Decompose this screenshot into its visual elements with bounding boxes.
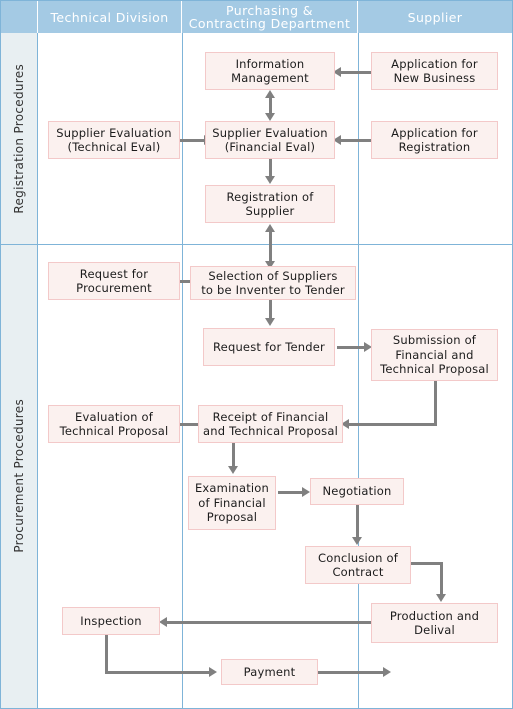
connector-selection-to-registration (268, 231, 272, 265)
connector-financial-eval-to-registration (268, 159, 272, 177)
node-label-line: Production and (389, 608, 480, 623)
node-label-line: (Financial Eval) (224, 140, 316, 154)
arrowhead-registration-of-supplier (264, 176, 275, 184)
arrowhead-payment (209, 667, 217, 677)
arrowhead-up-info-mgmt (264, 90, 275, 98)
header-supplier-label: Supplier (407, 9, 463, 25)
connector-payment-outgoing (318, 670, 386, 674)
node-label-line: (Technical Eval) (67, 140, 161, 154)
node-label-line: Registration (398, 140, 471, 154)
arrowhead-production-and-delival (435, 594, 446, 602)
node-label-line: Proposal (206, 510, 258, 525)
node-label-line: and Technical Proposal (203, 424, 338, 438)
connector-submission-down (434, 381, 437, 426)
phase-rail-registration: Registration Procedures (1, 33, 38, 244)
header-purchasing-line2: Contracting Department (188, 16, 351, 31)
node-payment[interactable]: Payment (221, 659, 318, 685)
node-conclusion-of-contract[interactable]: Conclusion of Contract (305, 546, 411, 584)
lane-divider-technical-purchasing (182, 33, 183, 708)
node-label-line: Information (235, 56, 305, 71)
connector-inspection-right-to-payment (105, 671, 212, 674)
node-label-line: Supplier (245, 204, 295, 218)
node-label-line: Selection of Suppliers (208, 268, 338, 283)
node-application-for-new-business[interactable]: Application for New Business (371, 52, 498, 90)
node-label-line: Contract (332, 565, 384, 579)
node-label-line: Supplier Evaluation (56, 125, 172, 140)
node-label-line: Supplier Evaluation (212, 125, 328, 140)
arrowhead-down-supplier-eval (264, 113, 275, 121)
node-label-line: Examination (194, 481, 270, 496)
arrowhead-conclusion-of-contract (351, 537, 362, 545)
connector-new-business-to-info-mgmt (341, 71, 373, 74)
node-label-line: Financial and (395, 347, 474, 362)
node-label-line: Inspection (80, 613, 142, 628)
node-registration-of-supplier[interactable]: Registration of Supplier (205, 185, 335, 223)
connector-selection-to-request-tender (268, 300, 272, 320)
node-request-for-tender[interactable]: Request for Tender (203, 328, 335, 366)
node-label-line: Application for (391, 56, 478, 71)
arrowhead-up-registration-of-supplier (264, 224, 275, 232)
node-label-line: New Business (393, 71, 476, 85)
phase-label-registration: Registration Procedures (12, 63, 26, 214)
node-label-line: Submission of (392, 333, 477, 348)
node-label-line: Application for (391, 125, 478, 140)
node-application-for-registration[interactable]: Application for Registration (371, 121, 498, 159)
node-label-line: Technical Proposal (380, 362, 489, 377)
node-supplier-evaluation-technical[interactable]: Supplier Evaluation (Technical Eval) (48, 121, 180, 159)
node-evaluation-of-technical-proposal[interactable]: Evaluation of Technical Proposal (48, 405, 180, 443)
connector-submission-left-to-receipt (349, 423, 437, 426)
node-submission-of-proposal[interactable]: Submission of Financial and Technical Pr… (371, 329, 498, 381)
arrowhead-examination-financial (227, 466, 238, 474)
node-label-line: of Financial (198, 495, 266, 510)
header-technical-division-label: Technical Division (50, 9, 169, 25)
node-label-line: Negotiation (322, 484, 392, 499)
node-label-line: Payment (243, 664, 296, 679)
phase-label-procurement: Procurement Procedures (12, 399, 26, 553)
connector-inspection-down (105, 635, 108, 674)
node-negotiation[interactable]: Negotiation (310, 478, 404, 505)
arrowhead-negotiation (302, 486, 310, 497)
phase-divider-line (1, 244, 512, 245)
node-request-for-procurement[interactable]: Request for Procurement (48, 262, 180, 300)
node-label-line: Technical Proposal (59, 424, 169, 438)
node-label-line: Management (231, 71, 309, 85)
node-label-line: Delival (414, 623, 455, 637)
node-label-line: Registration of (226, 189, 314, 204)
connector-conclusion-down-to-production (439, 562, 443, 596)
node-label-line: Request for (79, 266, 149, 281)
connector-production-to-inspection (167, 621, 372, 624)
header-cell-corner (1, 1, 38, 33)
node-supplier-evaluation-financial[interactable]: Supplier Evaluation (Financial Eval) (205, 121, 335, 159)
connector-technical-financial-eval (180, 138, 206, 142)
header-cell-supplier: Supplier (358, 1, 512, 33)
node-receipt-of-proposal[interactable]: Receipt of Financial and Technical Propo… (198, 405, 343, 443)
connector-conclusion-right (410, 562, 442, 565)
node-information-management[interactable]: Information Management (205, 52, 335, 90)
node-label-line: Evaluation of (74, 409, 154, 424)
node-label-line: Receipt of Financial (212, 409, 329, 424)
node-production-and-delival[interactable]: Production and Delival (371, 603, 498, 643)
node-label-line: Procurement (76, 281, 152, 295)
lane-divider-purchasing-supplier (358, 33, 359, 708)
connector-negotiation-to-conclusion (355, 505, 359, 540)
node-inspection[interactable]: Inspection (62, 607, 160, 635)
arrowhead-payment-outgoing (383, 666, 391, 677)
arrowhead-inspection (159, 617, 167, 627)
node-label-line: Request for Tender (213, 339, 325, 354)
flowchart-diagram: Technical Division Purchasing & Contract… (0, 0, 513, 709)
header-cell-technical-division: Technical Division (38, 1, 182, 33)
connector-application-registration-to-financial-eval (341, 138, 373, 142)
node-label-line: to be Inventer to Tender (201, 283, 345, 297)
connector-examination-to-negotiation (278, 490, 305, 494)
node-selection-of-suppliers[interactable]: Selection of Suppliers to be Inventer to… (190, 266, 356, 300)
phase-rail-procurement: Procurement Procedures (1, 244, 38, 708)
arrowhead-request-for-tender (264, 318, 275, 326)
connector-tender-to-submission (337, 345, 367, 349)
node-examination-of-financial-proposal[interactable]: Examination of Financial Proposal (188, 476, 276, 530)
node-label-line: Conclusion of (317, 550, 398, 565)
header-cell-purchasing-contracting: Purchasing & Contracting Department (182, 1, 358, 33)
